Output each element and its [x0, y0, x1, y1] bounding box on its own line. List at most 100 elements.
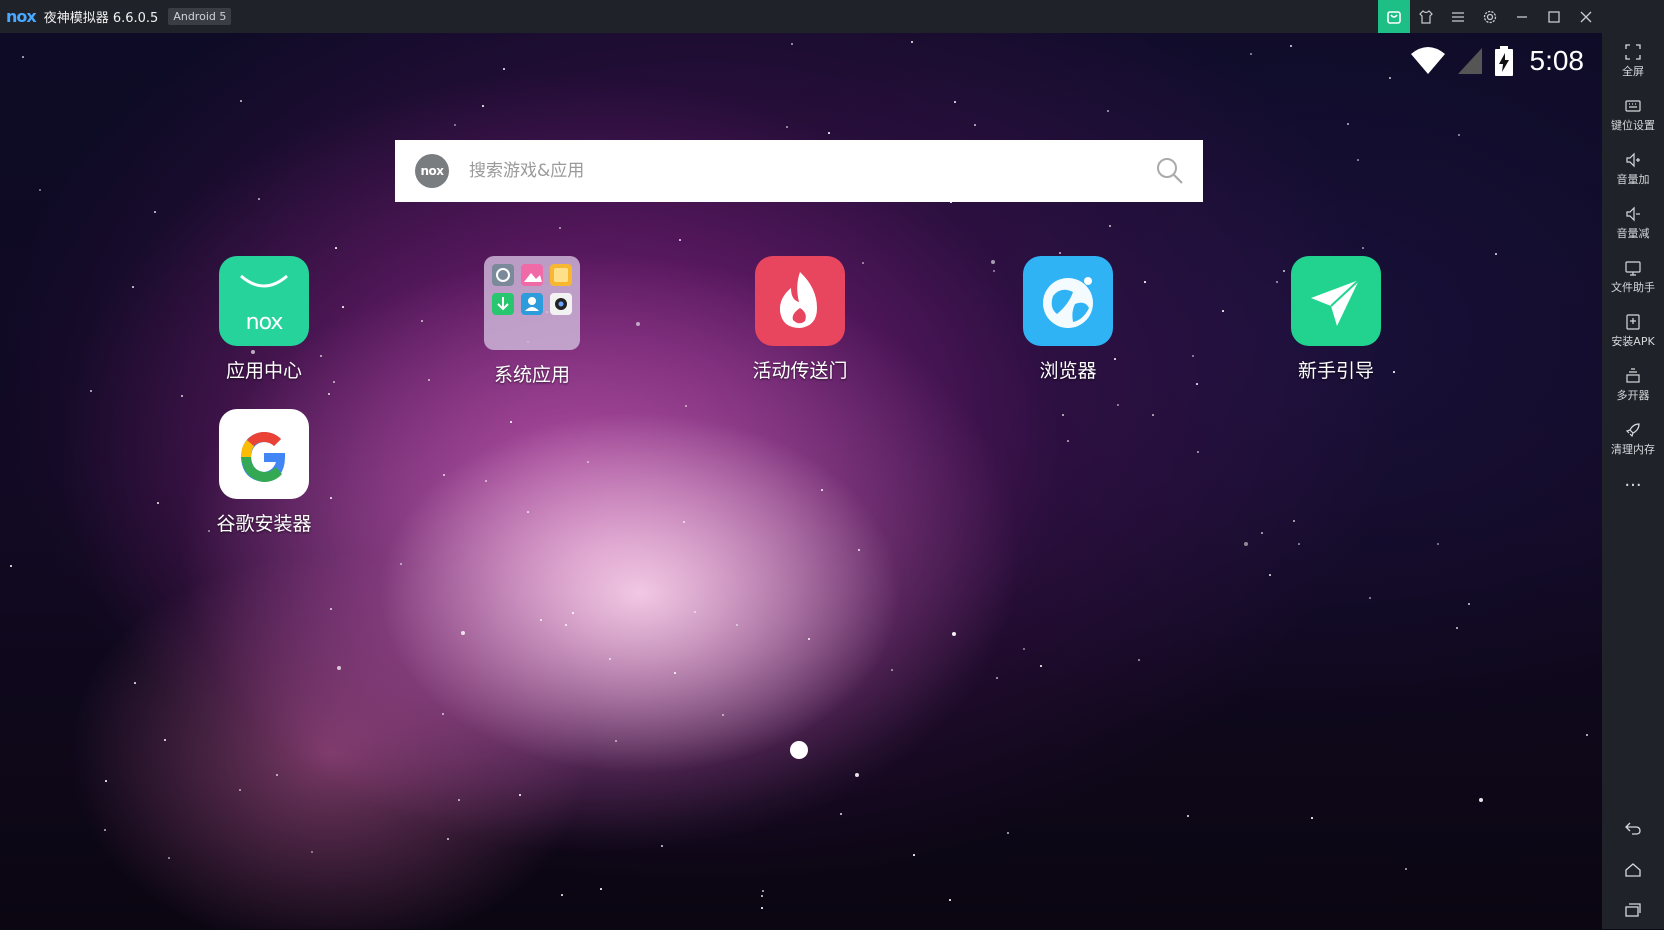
back-icon [1625, 822, 1641, 835]
android-version-badge: Android 5 [168, 8, 232, 25]
star [239, 789, 241, 791]
sidebar-item-label: 安装APK [1611, 335, 1655, 348]
search-bar[interactable]: nox [395, 140, 1203, 202]
star [342, 306, 344, 308]
sidebar-item-volume-down[interactable]: 音量减 [1602, 198, 1664, 248]
system-apps-folder-icon [484, 256, 580, 350]
star [1362, 247, 1364, 249]
sidebar-item-multi-instance[interactable]: 多开器 [1602, 360, 1664, 410]
android-status-bar: 5:08 [1410, 41, 1584, 81]
home-icon [1625, 863, 1641, 877]
star [683, 521, 685, 523]
star [572, 612, 574, 614]
star [821, 489, 823, 491]
rocket-icon [1625, 423, 1640, 438]
star [22, 56, 24, 58]
sidebar-item-install-apk[interactable]: 安装APK [1602, 306, 1664, 356]
skin-button[interactable] [1410, 0, 1442, 33]
nav-back-button[interactable] [1602, 808, 1664, 848]
star [679, 239, 681, 241]
star [1586, 734, 1588, 736]
star [761, 907, 763, 909]
star [565, 624, 567, 626]
app-activity-portal[interactable]: 活动传送门 [725, 256, 875, 383]
star [1369, 597, 1371, 599]
star [952, 632, 956, 636]
sidebar-item-label: 全屏 [1622, 65, 1644, 78]
app-google-installer[interactable]: 谷歌安装器 [189, 409, 339, 536]
star [1298, 543, 1300, 545]
app-title: 夜神模拟器 6.6.0.5 [43, 11, 159, 26]
sidebar-item-file-helper[interactable]: 文件助手 [1602, 252, 1664, 302]
star [181, 395, 183, 397]
nox-app-center-icon: nox [219, 256, 309, 346]
menu-button[interactable] [1442, 0, 1474, 33]
sidebar-item-keymap[interactable]: 键位设置 [1602, 90, 1664, 140]
app-label: 应用中心 [225, 360, 302, 382]
star [1458, 134, 1460, 136]
app-beginner-guide[interactable]: 新手引导 [1261, 256, 1411, 383]
nav-home-button[interactable] [1602, 850, 1664, 890]
star [559, 227, 561, 229]
shirt-icon [1419, 9, 1433, 24]
star [1389, 77, 1391, 79]
star [443, 474, 445, 476]
star [421, 320, 423, 322]
star [90, 390, 92, 392]
app-browser[interactable]: 浏览器 [993, 256, 1143, 383]
star [540, 619, 542, 621]
star [600, 888, 602, 890]
nav-recents-button[interactable] [1602, 890, 1664, 930]
app-app-center[interactable]: nox 应用中心 [189, 256, 339, 383]
menu-icon [1452, 11, 1464, 22]
sidebar-item-fullscreen[interactable]: 全屏 [1602, 36, 1664, 86]
star [1244, 542, 1248, 546]
settings-button[interactable] [1474, 0, 1506, 33]
install-apk-icon [1626, 314, 1640, 330]
star [1468, 603, 1470, 605]
app-system-apps-folder[interactable]: 系统应用 [457, 256, 607, 387]
star [1437, 543, 1439, 545]
star [561, 894, 563, 896]
star [461, 631, 465, 635]
star [240, 100, 242, 102]
paper-plane-icon [1291, 256, 1381, 346]
app-label: 浏览器 [1039, 360, 1097, 382]
google-icon [219, 409, 309, 499]
star [132, 286, 134, 288]
star [636, 322, 640, 326]
sidebar-item-clean-memory[interactable]: 清理内存 [1602, 414, 1664, 464]
keyboard-icon [1625, 100, 1641, 112]
star [1007, 832, 1009, 834]
star [1222, 310, 1224, 312]
star [428, 379, 430, 381]
app-store-button[interactable] [1378, 0, 1410, 33]
star [674, 672, 676, 674]
star [168, 857, 170, 859]
maximize-button[interactable] [1538, 0, 1570, 33]
star [1138, 659, 1140, 661]
star [485, 480, 487, 482]
star [1187, 815, 1189, 817]
star [39, 189, 41, 191]
signal-icon [1457, 48, 1482, 74]
close-icon [1580, 11, 1592, 22]
close-button[interactable] [1570, 0, 1602, 33]
minimize-button[interactable] [1506, 0, 1538, 33]
app-label: 活动传送门 [752, 360, 848, 382]
multi-instance-icon [1626, 368, 1640, 383]
android-home-screen[interactable]: 5:08 nox nox 应用中心 系统应用 活动传 [0, 33, 1602, 929]
search-icon[interactable] [1155, 156, 1185, 186]
star [736, 624, 738, 626]
browser-globe-icon [1023, 256, 1113, 346]
star [1495, 253, 1497, 255]
search-input[interactable] [469, 161, 1155, 181]
star [1347, 123, 1349, 125]
sidebar-item-volume-up[interactable]: 音量加 [1602, 144, 1664, 194]
star [1357, 159, 1359, 161]
star [661, 845, 663, 847]
star [276, 774, 278, 776]
more-icon: ··· [1624, 474, 1642, 496]
star [458, 799, 460, 801]
sidebar-more-button[interactable]: ··· [1602, 470, 1664, 500]
